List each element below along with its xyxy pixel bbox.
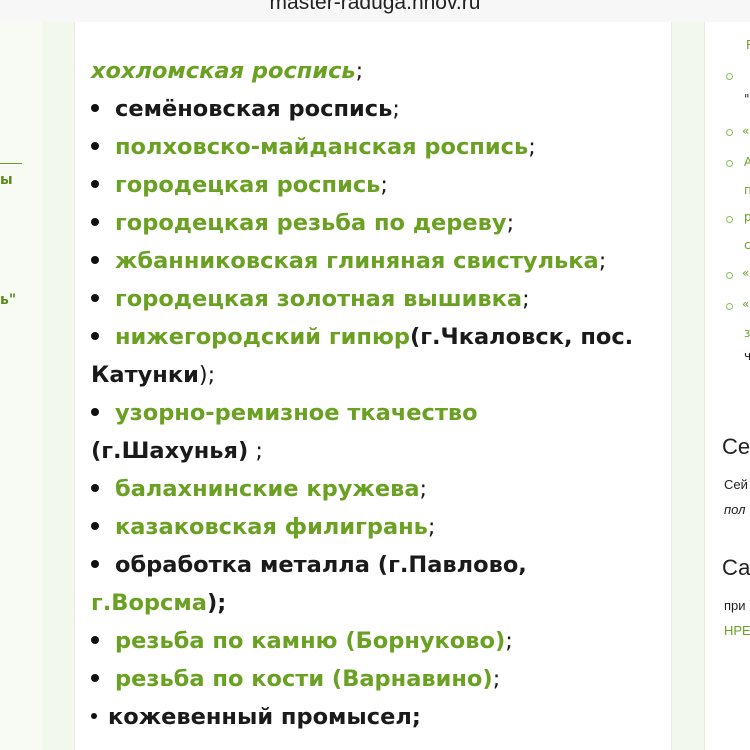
left-sidebar <box>0 22 42 750</box>
craft-link[interactable]: жбанниковская глиняная свистулька <box>115 248 599 274</box>
craft-link[interactable]: нижегородский гипюр <box>115 324 410 350</box>
list-item: семёновская роспись; <box>91 90 400 128</box>
list-item-continuation: (г.Шахунья) ; <box>91 438 263 464</box>
article-content: хохломская роспись; семёновская роспись;… <box>74 22 672 750</box>
craft-link[interactable]: хохломская роспись <box>91 58 356 84</box>
sidebar-link-fragment[interactable]: " <box>744 92 750 106</box>
sidebar-link-fragment[interactable]: ч <box>744 349 750 363</box>
list-item: обработка металла (г.Павлово, <box>91 546 527 584</box>
bullet-icon <box>91 103 99 112</box>
craft-link[interactable]: узорно-ремизное ткачество <box>115 400 478 426</box>
craft-link[interactable]: полховско-майданская роспись <box>115 134 528 160</box>
bullet-icon <box>91 712 97 719</box>
craft-link[interactable]: городецкая роспись <box>115 172 380 198</box>
list-item: жбанниковская глиняная свистулька; <box>91 242 606 280</box>
sidebar-link-fragment[interactable]: « <box>742 124 749 138</box>
bullet-icon <box>91 141 99 150</box>
bullet-icon <box>91 255 99 264</box>
sidebar-link-fragment[interactable]: ы <box>0 172 13 188</box>
bullet-icon <box>726 160 733 167</box>
list-item: кожевенный промысел; <box>91 698 421 736</box>
sidebar-link-fragment[interactable]: с <box>744 238 750 252</box>
list-item: резьба по кости (Варнавино); <box>91 660 500 698</box>
page-background <box>42 22 74 750</box>
craft-link[interactable]: резьба по камню (Борнуково) <box>115 628 505 654</box>
sidebar-heading: Са <box>722 555 750 580</box>
list-item: нижегородский гипюр(г.Чкаловск, пос. <box>91 318 633 356</box>
sidebar-text: пол <box>724 502 746 517</box>
list-item-continuation: г.Ворсма); <box>91 590 227 616</box>
sidebar-link-fragment[interactable]: « <box>742 266 749 280</box>
list-item: городецкая золотная вышивка; <box>91 280 530 318</box>
craft-link[interactable]: городецкая золотная вышивка <box>115 286 522 312</box>
bullet-icon <box>91 407 99 416</box>
bullet-icon <box>91 217 99 226</box>
sidebar-link-fragment[interactable]: A <box>744 155 750 169</box>
sidebar-text: Сей <box>724 477 748 492</box>
bullet-icon <box>91 483 99 492</box>
bullet-icon <box>91 635 99 644</box>
sidebar-link-fragment[interactable]: з <box>744 326 750 340</box>
list-item: городецкая роспись; <box>91 166 388 204</box>
craft-link[interactable]: резьба по кости (Варнавино) <box>115 666 493 692</box>
bullet-icon <box>726 216 733 223</box>
bullet-icon <box>726 73 733 80</box>
sidebar-text: при <box>724 598 746 613</box>
page-gap <box>670 22 704 750</box>
bullet-icon <box>91 293 99 302</box>
bullet-icon <box>726 272 733 279</box>
url-text: master-raduga.nnov.ru <box>269 0 481 14</box>
bullet-icon <box>726 129 733 136</box>
sidebar-heading: Се <box>722 434 750 459</box>
sidebar-link-fragment[interactable]: НРЕ <box>724 623 750 638</box>
list-item: городецкая резьба по дереву; <box>91 204 514 242</box>
list-item: полховско-майданская роспись; <box>91 128 536 166</box>
list-item: балахнинские кружева; <box>91 470 427 508</box>
sidebar-link-fragment[interactable]: р <box>744 210 750 224</box>
sidebar-link-fragment[interactable]: ь" <box>0 292 16 308</box>
craft-link[interactable]: балахнинские кружева <box>115 476 420 502</box>
bullet-icon <box>726 303 733 310</box>
bullet-icon <box>91 179 99 188</box>
sidebar-link-fragment[interactable]: « <box>742 297 749 311</box>
sidebar-link-fragment[interactable]: R <box>746 38 750 52</box>
craft-link[interactable]: городецкая резьба по дереву <box>115 210 507 236</box>
list-item: казаковская филигрань; <box>91 508 436 546</box>
craft-link[interactable]: г.Ворсма <box>91 590 207 616</box>
bullet-icon <box>91 521 99 530</box>
bullet-icon <box>91 673 99 682</box>
browser-url-bar[interactable]: master-raduga.nnov.ru <box>0 0 750 22</box>
list-item: резьба по камню (Борнуково); <box>91 622 513 660</box>
bullet-icon <box>91 559 99 568</box>
bullet-icon <box>91 331 99 340</box>
list-item: хохломская роспись; <box>91 58 364 84</box>
list-item: узорно-ремизное ткачество <box>91 394 478 432</box>
list-item-continuation: Катунки); <box>91 362 216 388</box>
craft-link[interactable]: казаковская филигрань <box>115 514 428 540</box>
sidebar-divider <box>0 163 22 164</box>
sidebar-link-fragment[interactable]: п <box>744 183 750 197</box>
